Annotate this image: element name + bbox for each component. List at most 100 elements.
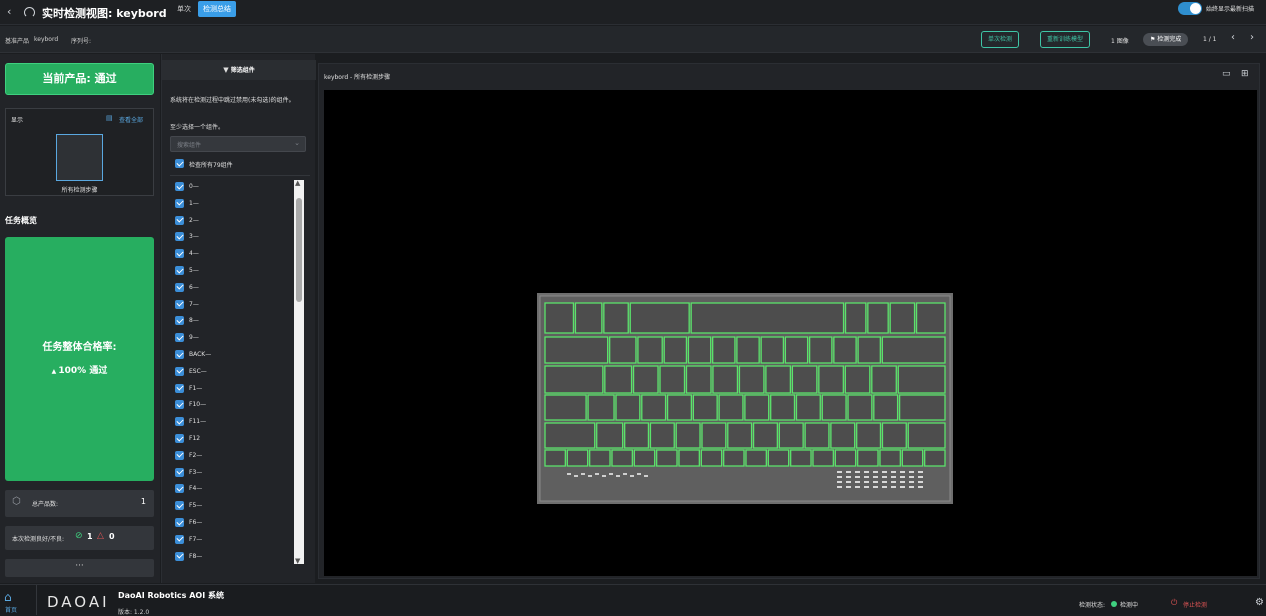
filter-header[interactable]: ▼ 筛选组件 xyxy=(162,60,316,80)
component-label: F1— xyxy=(189,384,203,392)
component-checkbox[interactable] xyxy=(175,215,184,225)
warning-icon: △ xyxy=(97,531,104,541)
decorative-pattern-mark xyxy=(900,486,905,488)
toggle-label: 始终显示最新扫描 xyxy=(1206,6,1255,13)
check-all-label: 检查所有79组件 xyxy=(189,162,233,169)
page-title: 实时检测视图: keybord xyxy=(42,7,167,20)
list-scrollbar[interactable]: ▲ ▼ xyxy=(294,179,304,565)
component-checkbox[interactable] xyxy=(175,333,184,343)
decorative-pattern-mark xyxy=(855,486,860,488)
component-label: 3— xyxy=(189,233,199,241)
decorative-pattern-mark xyxy=(630,475,634,477)
component-checkbox[interactable] xyxy=(175,266,184,275)
component-checkbox[interactable] xyxy=(175,232,184,242)
component-checkbox[interactable] xyxy=(175,551,184,561)
retrain-model-button[interactable]: 重新训练模型 xyxy=(1040,31,1091,48)
key-detection-box xyxy=(844,302,867,334)
decorative-pattern-mark xyxy=(846,486,851,488)
key-detection-box xyxy=(867,302,889,334)
key-detection-box xyxy=(889,302,916,334)
key-detection-box xyxy=(687,336,712,364)
component-checkbox[interactable] xyxy=(175,484,184,494)
more-button[interactable]: ··· xyxy=(5,559,154,577)
scrollbar-thumb[interactable] xyxy=(296,198,302,302)
scroll-up-icon[interactable]: ▲ xyxy=(295,179,300,187)
tab-single[interactable]: 单次 xyxy=(172,1,196,17)
decorative-pattern-mark xyxy=(864,486,869,488)
component-checkbox[interactable] xyxy=(175,518,184,527)
search-placeholder: 搜索组件 xyxy=(177,142,202,149)
grid-layout-icon[interactable]: ⊞ xyxy=(1241,69,1249,79)
component-checkbox[interactable] xyxy=(175,198,184,208)
component-label: 6— xyxy=(189,283,199,291)
single-view-icon[interactable]: ▭ xyxy=(1222,69,1231,79)
key-detection-box xyxy=(821,394,847,421)
daoai-logo: DAOAI xyxy=(47,593,110,611)
key-detection-box xyxy=(795,394,821,421)
component-checkbox[interactable] xyxy=(175,534,184,544)
component-checkbox[interactable] xyxy=(175,434,184,443)
latest-scan-toggle[interactable] xyxy=(1178,2,1202,15)
decorative-pattern-mark xyxy=(918,476,923,478)
key-detection-box xyxy=(663,336,688,364)
current-product-status: 当前产品: 通过 xyxy=(5,63,154,95)
decorative-pattern-mark xyxy=(609,473,613,475)
stop-detect-button[interactable]: 停止检测 xyxy=(1183,600,1207,609)
image-count: 1 图像 xyxy=(1111,38,1129,45)
component-checkbox[interactable] xyxy=(175,282,184,292)
prev-icon[interactable]: ‹ xyxy=(1231,32,1235,43)
component-checkbox[interactable] xyxy=(175,350,184,359)
home-label[interactable]: 首页 xyxy=(5,605,17,614)
key-detection-box xyxy=(784,336,809,364)
component-label: 9— xyxy=(189,334,199,342)
decorative-pattern-mark xyxy=(837,486,842,488)
component-search-field[interactable]: 搜索组件 ⌄ xyxy=(170,136,306,152)
decorative-pattern-mark xyxy=(882,476,887,478)
total-products-row: ⬡ 总产品数: 1 xyxy=(5,490,154,517)
decorative-pattern-mark xyxy=(882,486,887,488)
component-checkbox[interactable] xyxy=(175,316,184,326)
decorative-pattern-mark xyxy=(873,486,878,488)
single-detect-button[interactable]: 单次检测 xyxy=(981,31,1020,48)
decorative-pattern-mark xyxy=(918,486,923,488)
total-value: 1 xyxy=(140,497,146,506)
component-checkbox[interactable] xyxy=(175,450,184,460)
decorative-pattern-mark xyxy=(882,481,887,483)
key-detection-box xyxy=(879,449,901,467)
settings-gear-icon[interactable]: ⚙ xyxy=(1255,597,1264,608)
filter-description: 系统将在检测过程中跳过禁用(未勾选)的组件。 xyxy=(170,97,295,104)
component-checkbox[interactable] xyxy=(175,182,184,191)
stop-icon[interactable]: ⏻ xyxy=(1171,598,1177,608)
next-icon[interactable]: › xyxy=(1250,32,1254,43)
back-arrow-icon[interactable]: ‹ xyxy=(7,5,11,18)
funnel-icon: ▼ xyxy=(223,66,231,74)
component-checkbox[interactable] xyxy=(175,501,184,511)
tab-summary[interactable]: 检测总结 xyxy=(198,1,236,17)
decorative-pattern-mark xyxy=(909,476,914,478)
scroll-down-icon[interactable]: ▼ xyxy=(295,557,300,565)
key-detection-box xyxy=(544,422,596,449)
decorative-pattern-mark xyxy=(864,471,869,473)
view-all-link[interactable]: 查看全部 xyxy=(119,115,143,124)
step-thumbnail[interactable] xyxy=(56,134,103,181)
decorative-pattern-mark xyxy=(909,486,914,488)
component-checkbox[interactable] xyxy=(175,299,184,309)
component-checkbox[interactable] xyxy=(175,366,184,376)
component-checkbox[interactable] xyxy=(175,400,184,410)
pass-rate-title: 任务整体合格率: xyxy=(42,342,117,353)
inspection-canvas[interactable] xyxy=(324,90,1257,576)
component-checkbox[interactable] xyxy=(175,249,184,259)
key-detection-box xyxy=(678,449,700,467)
decorative-pattern-mark xyxy=(567,473,571,475)
component-checkbox[interactable] xyxy=(175,383,184,393)
home-icon[interactable]: ⌂ xyxy=(4,590,12,604)
component-label: F3— xyxy=(189,468,203,476)
component-checkbox[interactable] xyxy=(175,467,184,477)
chevron-down-icon: ⌄ xyxy=(294,139,300,147)
grid-view-icon[interactable]: ▤ xyxy=(106,114,113,122)
key-detection-box xyxy=(629,302,690,334)
check-all-checkbox[interactable] xyxy=(175,159,184,168)
key-detection-box xyxy=(897,365,946,394)
component-checkbox[interactable] xyxy=(175,417,184,427)
decorative-pattern-mark xyxy=(891,481,896,483)
